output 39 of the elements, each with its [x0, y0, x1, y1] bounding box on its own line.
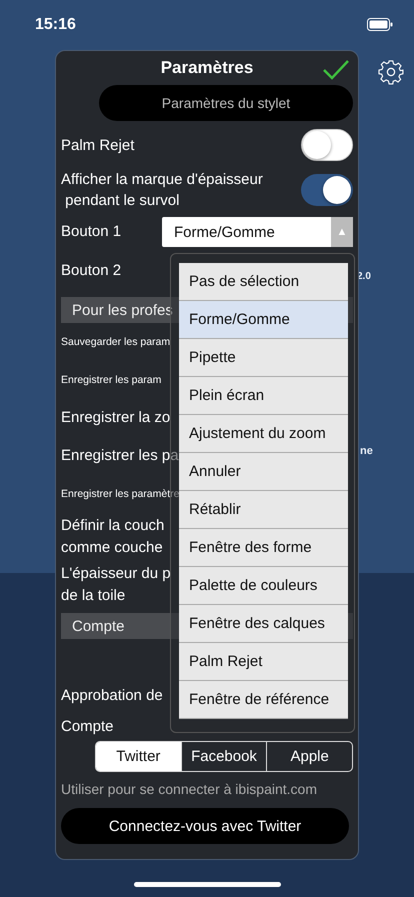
toggle-switch[interactable]	[301, 174, 353, 206]
login-button[interactable]: Connectez-vous avec Twitter	[61, 808, 349, 844]
dropdown-option[interactable]: Pipette	[179, 339, 348, 377]
dropdown-option[interactable]: Fenêtre de référence	[179, 681, 348, 719]
dropdown-option[interactable]: Palette de couleurs	[179, 567, 348, 605]
status-time: 15:16	[35, 16, 76, 34]
dropdown-option[interactable]: Palm Rejet	[179, 643, 348, 681]
setting-label: Enregistrer les paramètre	[61, 488, 180, 500]
setting-label: Enregistrer la zo	[61, 408, 170, 428]
dialog-title: Paramètres	[160, 58, 254, 78]
settings-icon[interactable]	[378, 59, 404, 85]
dropdown-option[interactable]: Annuler	[179, 453, 348, 491]
segment-tab[interactable]: Twitter	[96, 742, 181, 771]
dropdown-option[interactable]: Ajustement du zoom	[179, 415, 348, 453]
setting-label: Approbation de	[61, 686, 163, 706]
dropdown-option[interactable]: Rétablir	[179, 491, 348, 529]
segment-tab[interactable]: Apple	[266, 742, 352, 771]
dropdown-option[interactable]: Fenêtre des forme	[179, 529, 348, 567]
setting-label: Enregistrer les param	[61, 374, 162, 386]
dropdown-option[interactable]: Plein écran	[179, 377, 348, 415]
battery-icon	[367, 18, 393, 31]
background-label: ne	[360, 445, 373, 457]
toggle-switch[interactable]	[301, 129, 353, 161]
toggle-label: Afficher la marque d'épaisseur pendant le survol	[61, 170, 263, 211]
help-text: Utiliser pour se connecter à ibispaint.com	[61, 780, 318, 799]
toggle-label: Palm Rejet	[61, 136, 134, 156]
dropdown-option[interactable]: Forme/Gomme	[179, 301, 348, 339]
select-label: Bouton 1	[61, 222, 122, 242]
setting-label: L'épaisseur du p de la toile	[61, 564, 171, 606]
select-label: Bouton 2	[61, 261, 122, 281]
setting-label: Sauvegarder les param	[61, 336, 170, 348]
setting-label: Compte	[61, 717, 114, 737]
select-field[interactable]: Forme/Gomme ▲	[162, 217, 353, 247]
stylus-settings-button[interactable]: Paramètres du stylet	[99, 85, 353, 121]
segment-tab[interactable]: Facebook	[180, 742, 266, 771]
checkmark-icon[interactable]	[322, 59, 350, 81]
setting-label: Définir la couch comme couche	[61, 516, 164, 558]
setting-label: Enregistrer les pa	[61, 446, 179, 466]
dropdown-option[interactable]: Fenêtre des calques	[179, 605, 348, 643]
